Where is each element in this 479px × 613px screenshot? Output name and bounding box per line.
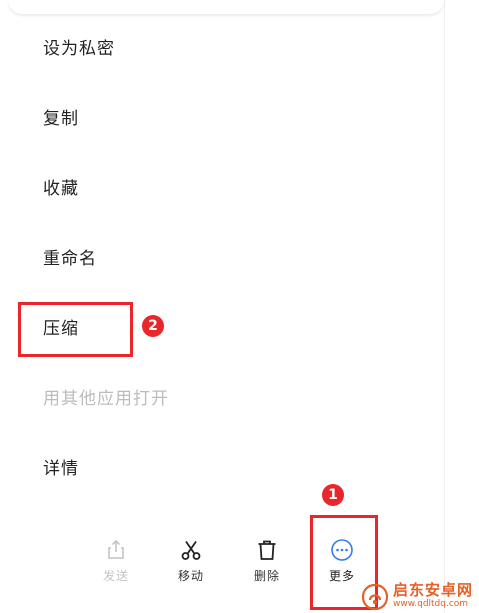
screen: 设为私密 复制 收藏 重命名 压缩 用其他应用打开 详情 2 发送 移动 删除 … bbox=[0, 0, 479, 613]
menu-item-favorite[interactable]: 收藏 bbox=[43, 179, 79, 199]
watermark: 启东安卓网 www.qdltdq.com bbox=[361, 583, 473, 611]
watermark-text: 启东安卓网 www.qdltdq.com bbox=[393, 583, 473, 611]
scissors-icon bbox=[181, 540, 201, 560]
menu-item-set-private[interactable]: 设为私密 bbox=[43, 39, 115, 59]
step-badge-1: 1 bbox=[322, 484, 344, 506]
watermark-title: 启东安卓网 bbox=[392, 581, 473, 599]
menu-item-open-with: 用其他应用打开 bbox=[43, 389, 169, 409]
send-label: 发送 bbox=[102, 569, 129, 583]
move-button[interactable]: 移动 bbox=[166, 538, 216, 584]
share-icon bbox=[108, 539, 124, 559]
trash-icon bbox=[258, 540, 276, 560]
move-label: 移动 bbox=[177, 569, 204, 583]
delete-button[interactable]: 删除 bbox=[242, 538, 292, 584]
watermark-logo-icon bbox=[361, 583, 389, 611]
send-button: 发送 bbox=[91, 538, 141, 584]
watermark-url: www.qdltdq.com bbox=[392, 599, 469, 609]
menu-item-rename[interactable]: 重命名 bbox=[43, 249, 97, 269]
menu-item-copy[interactable]: 复制 bbox=[43, 109, 79, 129]
delete-label: 删除 bbox=[253, 569, 280, 583]
step-badge-2: 2 bbox=[142, 315, 164, 337]
sheet-top-edge bbox=[8, 0, 444, 14]
menu-item-details[interactable]: 详情 bbox=[43, 459, 79, 479]
highlight-box-compress bbox=[18, 302, 133, 357]
